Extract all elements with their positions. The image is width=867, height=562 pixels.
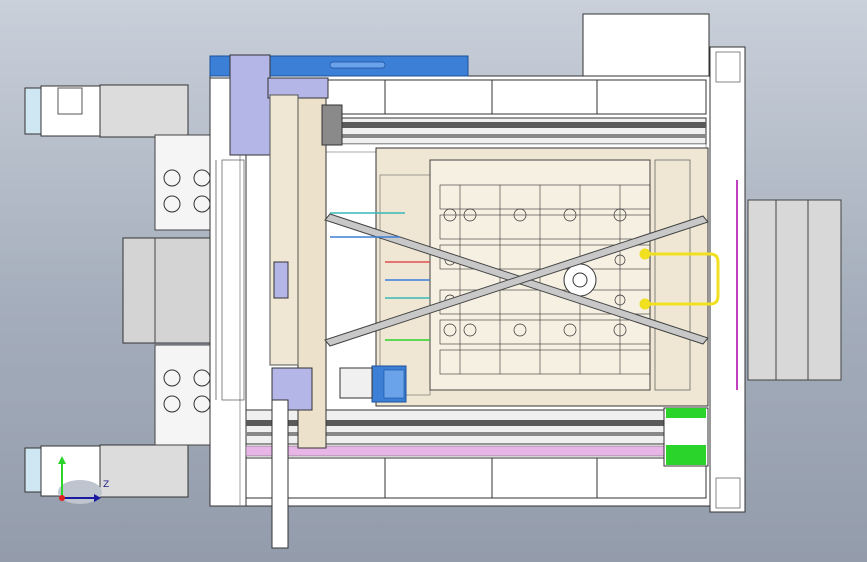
center-flange (563, 263, 597, 297)
top-right-housing (582, 13, 710, 79)
green-connector-block (663, 407, 709, 467)
right-end-plate (709, 46, 746, 513)
drive-motor (339, 365, 407, 403)
triad-z-label: Z (103, 480, 110, 490)
left-middle-block (122, 237, 214, 344)
left-cylinder-top (24, 84, 214, 231)
left-cylinder-bottom (24, 344, 214, 498)
right-side-pads (747, 199, 842, 381)
mold-plate (375, 147, 709, 407)
cad-viewport[interactable] (0, 0, 867, 562)
